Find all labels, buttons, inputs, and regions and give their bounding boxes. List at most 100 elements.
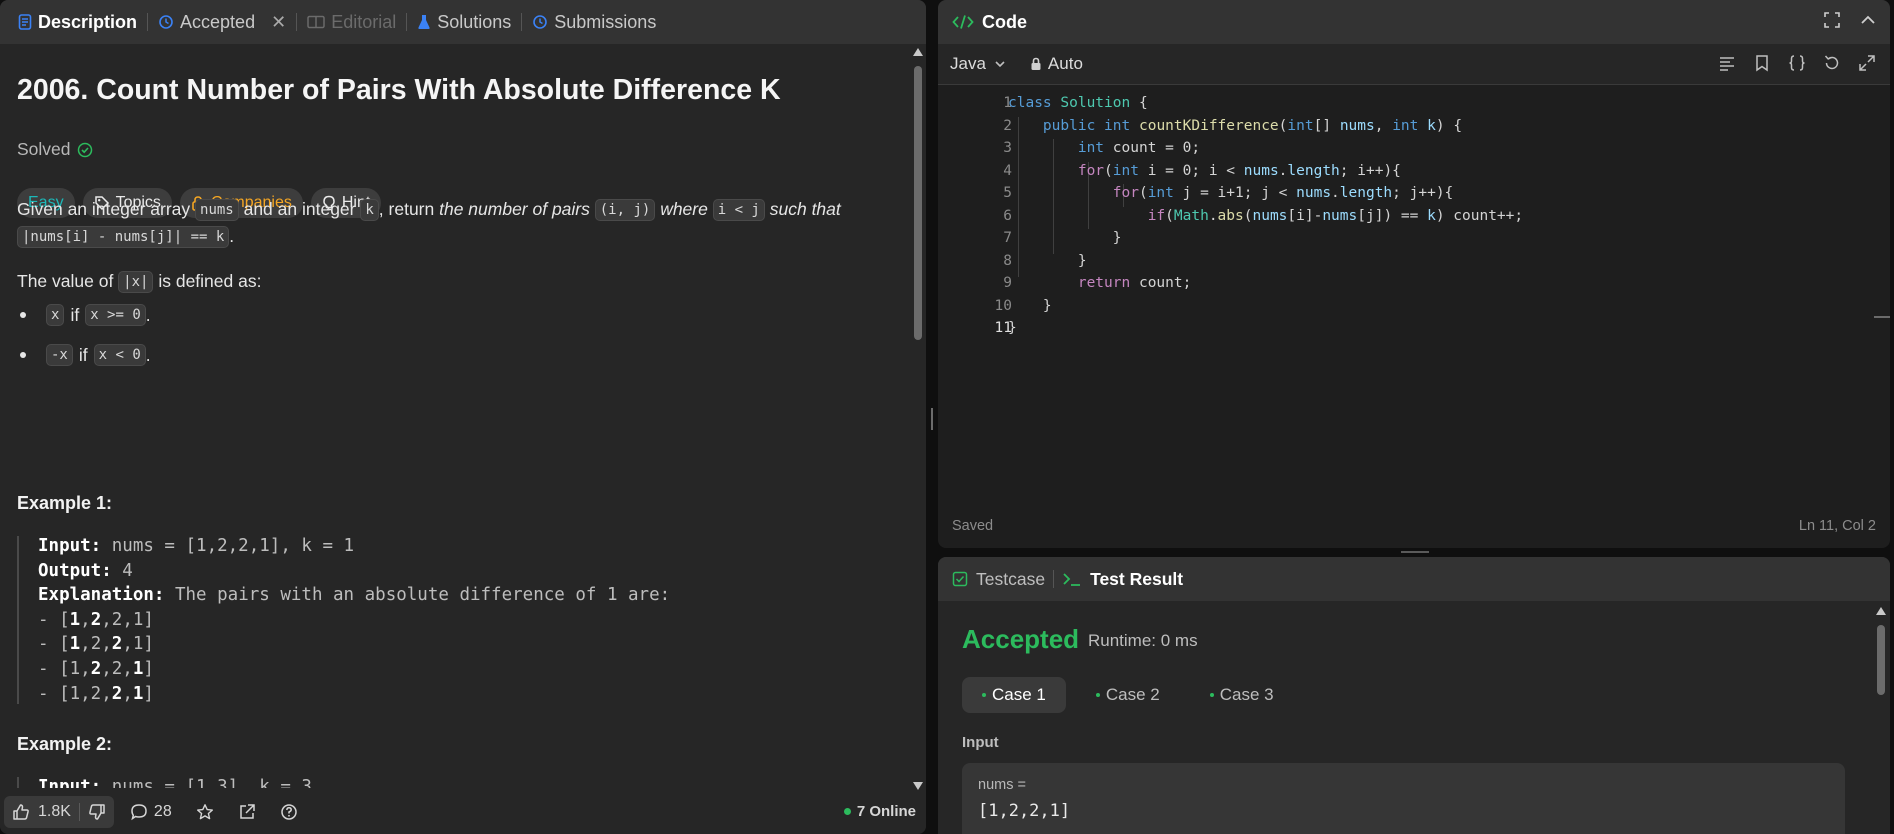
pair-text: ] <box>143 683 154 704</box>
pair-bold: 2 <box>90 658 102 679</box>
language-select[interactable]: Java <box>950 54 1006 74</box>
chevron-down-icon <box>994 58 1006 70</box>
input-variable-value: [1,2,2,1] <box>978 801 1071 821</box>
comments-button[interactable]: 28 <box>130 803 172 821</box>
panel-resize-handle[interactable] <box>931 408 933 430</box>
panel-resize-handle[interactable] <box>1401 551 1429 553</box>
inline-code: (i, j) <box>594 199 656 221</box>
case-tabs: Case 1 Case 2 Case 3 <box>962 677 1294 713</box>
tab-submissions[interactable]: Submissions <box>526 12 662 33</box>
tab-test-result-label: Test Result <box>1090 568 1184 589</box>
statement-text: The value of <box>17 271 119 291</box>
online-dot <box>843 808 851 815</box>
bullet-dot <box>20 312 26 318</box>
runtime-label: Runtime: 0 ms <box>1088 631 1198 650</box>
question-icon <box>280 803 298 821</box>
code-line: if(Math.abs(nums[i]-nums[j]) == k) count… <box>1147 207 1524 224</box>
history-icon <box>532 14 548 30</box>
scroll-down-icon[interactable] <box>913 782 923 790</box>
tab-description-label: Description <box>38 11 138 32</box>
result-scrollbar[interactable] <box>1876 607 1886 834</box>
pair-text: ,1] <box>122 634 154 655</box>
help-button[interactable] <box>280 803 298 821</box>
expand-icon[interactable] <box>1858 54 1876 72</box>
code-line: public int countKDifference(int[] nums, … <box>1042 117 1463 134</box>
example-2-block: Input: nums = [1,3], k = 3 <box>17 777 312 788</box>
thumbs-down-icon[interactable] <box>88 803 106 821</box>
code-line: } <box>1008 252 1087 269</box>
vote-group: 1.8K <box>4 796 114 828</box>
code-line: return count; <box>1077 275 1192 291</box>
pair-bold: 1 <box>132 683 144 704</box>
auto-mode[interactable]: Auto <box>1030 54 1083 74</box>
checkbox-icon <box>952 571 968 587</box>
tab-testcase-label: Testcase <box>976 568 1046 589</box>
scroll-up-icon[interactable] <box>913 48 923 56</box>
comment-icon <box>130 803 148 821</box>
tab-editorial[interactable]: Editorial <box>301 12 402 33</box>
close-icon[interactable]: ✕ <box>271 12 286 33</box>
tab-divider <box>406 13 408 31</box>
star-icon <box>196 803 214 821</box>
inline-code: k <box>360 199 379 221</box>
statement-emphasis: such that <box>764 199 841 219</box>
statement-paragraph: Given an integer array nums and an integ… <box>17 196 841 250</box>
line-number: 6 <box>1003 207 1012 224</box>
example-2-title: Example 2: <box>17 734 113 754</box>
example-label: Output: <box>38 560 112 581</box>
chevron-up-icon[interactable] <box>1860 12 1876 28</box>
tab-case-2[interactable]: Case 2 <box>1076 677 1180 713</box>
pair-bold: 2 <box>111 683 123 704</box>
scroll-up-icon[interactable] <box>1876 607 1886 615</box>
scroll-thumb[interactable] <box>1877 625 1885 695</box>
pair-text: - [ <box>38 634 70 655</box>
tab-submissions-label: Submissions <box>554 11 657 32</box>
fullscreen-icon[interactable] <box>1824 12 1840 28</box>
code-toolbar: Java Auto <box>938 44 1890 85</box>
pair-bold: 1 <box>132 658 144 679</box>
line-number: 4 <box>1003 162 1012 179</box>
share-button[interactable] <box>238 803 256 821</box>
check-circle-icon <box>77 142 93 158</box>
statement-text: Given an integer array <box>17 199 196 219</box>
flask-icon <box>417 14 431 30</box>
statement-text: if <box>70 304 80 325</box>
tab-test-result[interactable]: Test Result <box>1062 569 1183 590</box>
statement-emphasis: where <box>655 199 713 219</box>
solved-label: Solved <box>17 139 71 159</box>
statement-text: . <box>229 226 235 246</box>
code-line: } <box>1008 297 1052 314</box>
bookmark-icon[interactable] <box>1753 54 1771 72</box>
tab-case-1[interactable]: Case 1 <box>962 677 1066 713</box>
format-icon[interactable] <box>1718 54 1736 72</box>
cursor-position: Ln 11, Col 2 <box>1798 518 1876 534</box>
lock-icon <box>1030 57 1042 71</box>
line-number: 1 <box>1003 95 1012 111</box>
example-pair-line: - [1,2,2,1] <box>38 634 838 655</box>
external-link-icon <box>238 803 256 821</box>
code-editor[interactable]: 1 2 3 4 5 6 7 8 9 10 11 class Solution {… <box>938 95 1890 495</box>
braces-icon[interactable] <box>1788 54 1806 72</box>
case-status-dot <box>1095 693 1100 697</box>
inline-code: -x <box>46 344 73 366</box>
description-footer: 1.8K 28 7 Online <box>0 790 926 834</box>
tab-description[interactable]: Description <box>12 12 143 33</box>
statement-text: . <box>145 344 151 365</box>
tab-testcase[interactable]: Testcase <box>952 569 1045 590</box>
tab-solutions[interactable]: Solutions <box>411 12 517 33</box>
line-number: 5 <box>1003 185 1012 201</box>
reset-icon[interactable] <box>1823 54 1841 72</box>
description-scrollbar[interactable] <box>912 48 924 790</box>
scroll-thumb[interactable] <box>914 66 922 340</box>
example-label: Input: <box>38 536 102 556</box>
inline-code: x >= 0 <box>85 304 146 326</box>
favorite-button[interactable] <box>196 803 214 821</box>
pair-text: ] <box>143 658 154 679</box>
thumbs-up-icon[interactable] <box>12 803 30 821</box>
code-header: Code <box>938 0 1890 44</box>
example-explanation-line: Explanation: The pairs with an absolute … <box>38 585 838 606</box>
tab-accepted[interactable]: Accepted ✕ <box>152 12 292 33</box>
statement-emphasis: the number of pairs <box>439 199 595 219</box>
tab-case-3[interactable]: Case 3 <box>1190 677 1294 713</box>
book-icon <box>307 15 325 29</box>
